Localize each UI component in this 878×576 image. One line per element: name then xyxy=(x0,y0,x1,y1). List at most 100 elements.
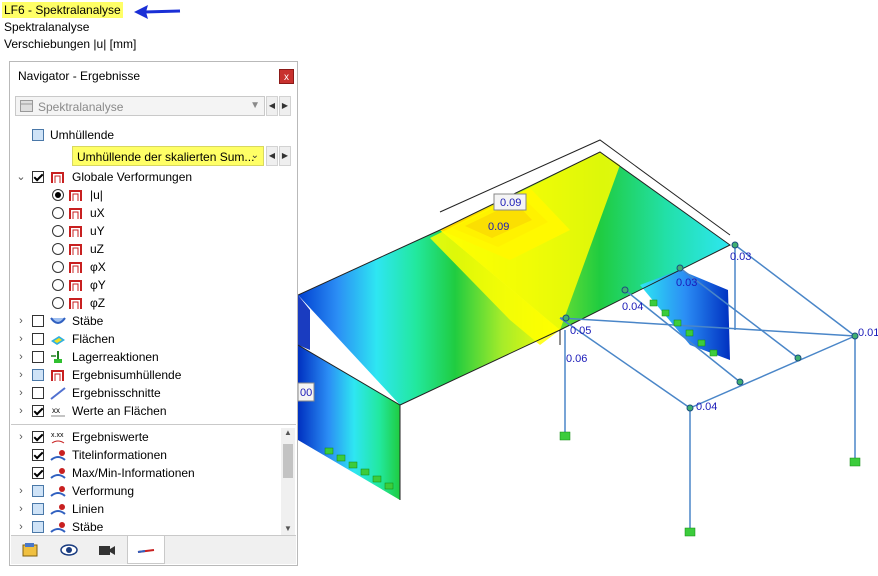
next-button[interactable]: ▶ xyxy=(279,146,291,166)
panel-title: Navigator - Ergebnisse xyxy=(18,69,141,83)
radio-button[interactable] xyxy=(52,261,64,273)
member-icon xyxy=(50,317,66,324)
value-label: 0.05 xyxy=(570,325,591,337)
tree-item-label: Werte an Flächen xyxy=(72,404,167,418)
tree-item-result-sections[interactable]: › Ergebnisschnitte xyxy=(16,384,276,402)
chevron-right-icon[interactable]: › xyxy=(16,402,26,420)
tree-item-result-values[interactable]: › x.xx Ergebniswerte xyxy=(16,428,276,446)
chevron-down-icon: ⌄ xyxy=(250,150,259,161)
tree-item-surface-values[interactable]: › xx Werte an Flächen xyxy=(16,402,276,420)
radio-button[interactable] xyxy=(52,207,64,219)
tree-item-lines[interactable]: › Linien xyxy=(16,500,276,518)
tree-item-support-reactions[interactable]: › Lagerreaktionen xyxy=(16,348,276,366)
chevron-right-icon[interactable]: › xyxy=(16,366,26,384)
tab-camera[interactable] xyxy=(89,536,125,563)
checkbox[interactable] xyxy=(32,351,44,363)
data-icon xyxy=(22,543,38,557)
deformation-icon xyxy=(69,208,82,219)
info-icon xyxy=(50,468,66,479)
tree-item-surfaces[interactable]: › Flächen xyxy=(16,330,276,348)
tree-item-label: Titelinformationen xyxy=(72,448,167,462)
eye-icon xyxy=(60,544,78,556)
envelope-type-select[interactable]: Umhüllende der skalierten Sum... ⌄ xyxy=(72,146,264,166)
chevron-right-icon[interactable]: › xyxy=(16,482,26,500)
model-3d-view[interactable]: 0.09 0.09 0.03 0.03 0.04 0.05 0.06 0.01 … xyxy=(298,120,878,576)
radio-button[interactable] xyxy=(52,225,64,237)
close-button[interactable]: x xyxy=(279,69,294,84)
radio-button[interactable] xyxy=(52,243,64,255)
checkbox[interactable] xyxy=(32,467,44,479)
results-navigator-panel: Navigator - Ergebnisse x Spektralanalyse… xyxy=(9,61,298,566)
checkbox[interactable] xyxy=(32,485,44,497)
chevron-right-icon[interactable]: › xyxy=(16,330,26,348)
expand-icon[interactable]: ⌄ xyxy=(16,168,26,186)
chevron-right-icon[interactable]: › xyxy=(16,384,26,402)
surface-icon xyxy=(51,336,65,345)
tree-item-ux[interactable]: uX xyxy=(52,204,252,222)
envelope-checkbox[interactable] xyxy=(32,129,44,141)
chevron-right-icon[interactable]: › xyxy=(16,518,26,536)
chevron-right-icon[interactable]: › xyxy=(16,428,26,446)
scroll-up-icon[interactable]: ▲ xyxy=(281,428,295,440)
value-label: 00 xyxy=(300,387,312,399)
prev-button[interactable]: ◀ xyxy=(266,96,278,116)
tree-item-maxmin-info[interactable]: Max/Min-Informationen xyxy=(16,464,276,482)
value-label: 0.04 xyxy=(622,301,643,313)
checkbox[interactable] xyxy=(32,333,44,345)
tree-item-uz[interactable]: uZ xyxy=(52,240,252,258)
tree-item-phix[interactable]: φX xyxy=(52,258,252,276)
tree-item-label: uX xyxy=(90,206,105,220)
tab-data[interactable] xyxy=(13,536,49,563)
scroll-thumb[interactable] xyxy=(283,444,293,478)
checkbox[interactable] xyxy=(32,315,44,327)
checkbox[interactable] xyxy=(32,369,44,381)
chevron-right-icon[interactable]: › xyxy=(16,312,26,330)
tree-item-phiz[interactable]: φZ xyxy=(52,294,252,312)
deformation-icon xyxy=(69,190,82,201)
tab-view[interactable] xyxy=(51,536,87,563)
results-icon xyxy=(137,549,155,553)
load-case-select[interactable]: Spektralanalyse ▼ xyxy=(15,96,265,116)
tree-item-deformation[interactable]: › Verformung xyxy=(16,482,276,500)
chevron-down-icon: ▼ xyxy=(250,100,260,111)
tree-item-uy[interactable]: uY xyxy=(52,222,252,240)
checkbox[interactable] xyxy=(32,503,44,515)
checkbox[interactable] xyxy=(32,387,44,399)
checkbox[interactable] xyxy=(32,521,44,533)
tree-item-label: φX xyxy=(90,260,106,274)
deformation-icon xyxy=(69,244,82,255)
next-button[interactable]: ▶ xyxy=(279,96,291,116)
scrollbar[interactable]: ▲ ▼ xyxy=(281,428,295,536)
tree-item-label: Max/Min-Informationen xyxy=(72,466,195,480)
tree-item-global-deformations[interactable]: ⌄ Globale Verformungen xyxy=(16,168,276,186)
tree-item-label: |u| xyxy=(90,188,103,202)
surface-values-icon: xx xyxy=(51,406,65,417)
tree-item-u[interactable]: |u| xyxy=(52,186,252,204)
radio-button[interactable] xyxy=(52,297,64,309)
chevron-right-icon[interactable]: › xyxy=(16,348,26,366)
tab-results[interactable] xyxy=(127,536,165,564)
info-icon xyxy=(50,504,66,515)
checkbox[interactable] xyxy=(32,171,44,183)
value-label: 0.01 xyxy=(858,327,878,339)
tree-item-label: Verformung xyxy=(72,484,135,498)
tree-item-label: Flächen xyxy=(72,332,115,346)
prev-button[interactable]: ◀ xyxy=(266,146,278,166)
radio-button[interactable] xyxy=(52,279,64,291)
value-label: 0.03 xyxy=(730,251,751,263)
navigator-tab-bar xyxy=(11,535,296,564)
checkbox[interactable] xyxy=(32,405,44,417)
checkbox[interactable] xyxy=(32,449,44,461)
chevron-right-icon[interactable]: › xyxy=(16,500,26,518)
tree-item-members[interactable]: › Stäbe xyxy=(16,312,276,330)
tree-item-phiy[interactable]: φY xyxy=(52,276,252,294)
tree-item-result-envelope[interactable]: › Ergebnisumhüllende xyxy=(16,366,276,384)
checkbox[interactable] xyxy=(32,431,44,443)
annotation-arrow-icon xyxy=(134,5,181,19)
tree-item-label: Lagerreaktionen xyxy=(72,350,159,364)
tree-item-members-display[interactable]: › Stäbe xyxy=(16,518,276,536)
tree-item-label: Ergebnisumhüllende xyxy=(72,368,182,382)
info-icon xyxy=(50,522,66,533)
tree-item-title-info[interactable]: Titelinformationen xyxy=(16,446,276,464)
radio-button[interactable] xyxy=(52,189,64,201)
